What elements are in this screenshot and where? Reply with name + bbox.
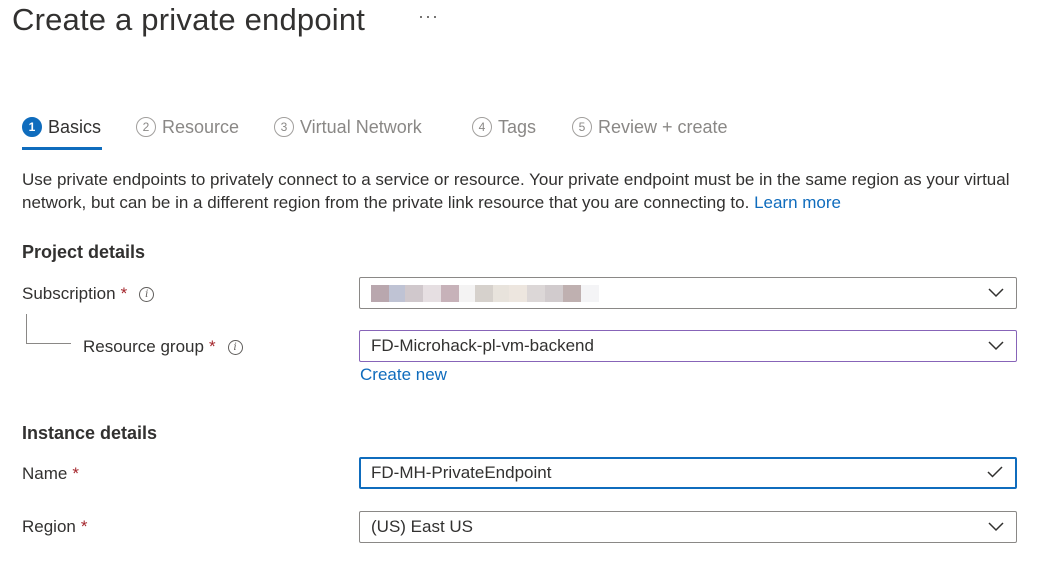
resource-group-label: Resource group [83, 337, 204, 356]
required-asterisk: * [80, 517, 88, 536]
learn-more-link[interactable]: Learn more [754, 193, 841, 212]
resource-group-label-row: Resource group * i [83, 337, 243, 357]
tab-basics[interactable]: 1 Basics [22, 112, 101, 142]
step-number: 3 [274, 117, 294, 137]
chevron-down-icon [988, 336, 1004, 356]
instance-details-heading: Instance details [22, 423, 158, 443]
region-dropdown[interactable]: (US) East US [359, 511, 1017, 543]
tab-label: Basics [48, 116, 102, 137]
project-details-heading: Project details [22, 242, 146, 262]
more-options-button[interactable]: ··· [418, 6, 439, 27]
region-label-row: Region * [22, 517, 88, 537]
tab-label: Virtual Network [300, 116, 422, 137]
region-label: Region [22, 517, 76, 536]
step-number: 1 [22, 117, 42, 137]
resource-group-value: FD-Microhack-pl-vm-backend [371, 336, 594, 355]
tab-label: Resource [162, 116, 240, 137]
description: Use private endpoints to privately conne… [22, 168, 1022, 214]
tree-connector [26, 343, 71, 344]
description-text: Use private endpoints to privately conne… [22, 170, 1010, 212]
tab-label: Review + create [598, 116, 728, 137]
tab-review-create[interactable]: 5 Review + create [572, 112, 728, 142]
name-input[interactable]: FD-MH-PrivateEndpoint [359, 457, 1017, 489]
resource-group-dropdown[interactable]: FD-Microhack-pl-vm-backend [359, 330, 1017, 362]
step-number: 4 [472, 117, 492, 137]
required-asterisk: * [72, 464, 79, 483]
subscription-label-row: Subscription * i [22, 284, 155, 304]
subscription-label: Subscription [22, 284, 116, 303]
tab-virtual-network[interactable]: 3 Virtual Network [274, 112, 422, 142]
name-label: Name [22, 464, 68, 483]
chevron-down-icon [988, 283, 1004, 303]
page-title: Create a private endpoint [12, 2, 366, 37]
required-asterisk: * [120, 284, 128, 303]
info-icon[interactable]: i [227, 339, 243, 355]
checkmark-icon [987, 463, 1003, 483]
tree-connector [26, 314, 27, 343]
step-number: 5 [572, 117, 592, 137]
redacted-subscription-value [371, 284, 599, 302]
step-number: 2 [136, 117, 156, 137]
active-tab-indicator [22, 147, 102, 150]
subscription-dropdown[interactable] [359, 277, 1017, 309]
create-new-link[interactable]: Create new [360, 365, 447, 385]
chevron-down-icon [988, 517, 1004, 537]
info-icon[interactable]: i [139, 286, 155, 302]
tab-tags[interactable]: 4 Tags [472, 112, 536, 142]
name-value: FD-MH-PrivateEndpoint [371, 463, 552, 482]
tab-label: Tags [498, 116, 537, 137]
tab-resource[interactable]: 2 Resource [136, 112, 239, 142]
name-label-row: Name * [22, 464, 79, 484]
region-value: (US) East US [371, 517, 474, 536]
required-asterisk: * [208, 337, 216, 356]
